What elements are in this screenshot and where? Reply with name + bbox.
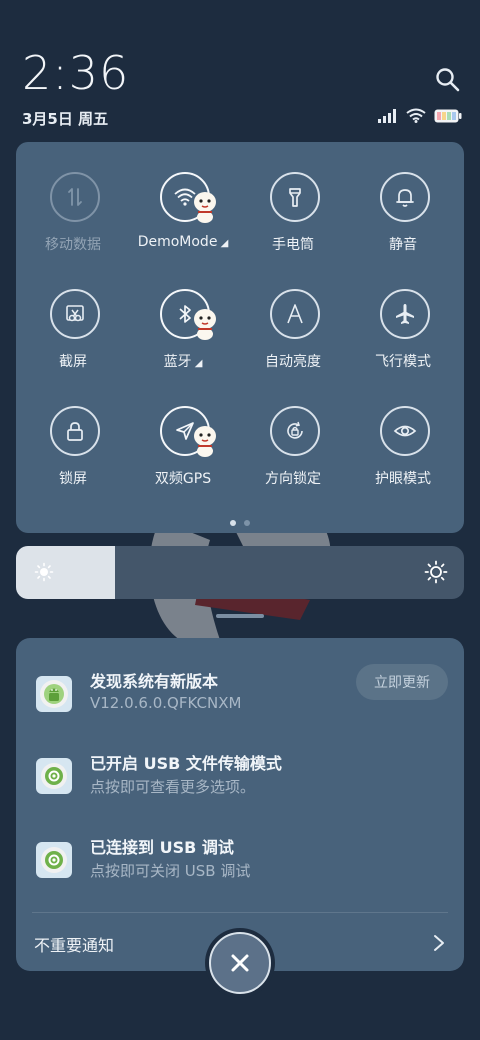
tile-label: 移动数据 (45, 237, 101, 253)
brightness-low-icon (34, 562, 54, 582)
android-settings-icon (36, 842, 72, 878)
drag-handle[interactable] (216, 614, 264, 618)
bell-icon (380, 172, 430, 222)
chevron-right-icon[interactable] (432, 934, 446, 952)
notification-subtitle: 点按即可关闭 USB 调试 (90, 862, 251, 880)
notifications-panel: 发现系统有新版本 V12.0.6.0.QFKCNXM 立即更新 已开启 USB … (16, 638, 464, 971)
tile-label: 飞行模式 (375, 354, 431, 370)
tile-label: 护眼模式 (375, 471, 431, 487)
mobile-data-icon (50, 172, 100, 222)
status-icons (378, 108, 462, 123)
tile-label: 锁屏 (59, 471, 87, 487)
tile-airplane[interactable]: 飞行模式 (350, 289, 460, 399)
brightness-slider[interactable] (16, 546, 464, 599)
expand-triangle-icon: ◢ (191, 358, 203, 369)
tile-label: 静音 (389, 237, 417, 253)
tile-eye-protection[interactable]: 护眼模式 (350, 406, 460, 516)
search-icon[interactable] (434, 66, 462, 94)
tile-rotation-lock[interactable]: 方向锁定 (240, 406, 350, 516)
tile-label: 自动亮度 (265, 354, 321, 370)
unimportant-notifications-link[interactable]: 不重要通知 (34, 932, 114, 956)
notification-title: 已开启 USB 文件传输模式 (90, 754, 282, 773)
tile-mobile-data[interactable]: 移动数据 (20, 172, 130, 282)
battery-icon (434, 109, 462, 122)
mascot-badge-icon (194, 192, 216, 223)
page-indicator (16, 520, 464, 526)
tile-silent[interactable]: 静音 (350, 172, 460, 282)
flashlight-icon (270, 172, 320, 222)
notification-title: 发现系统有新版本 (90, 672, 219, 691)
clear-all-button[interactable] (209, 932, 271, 994)
notification-subtitle: V12.0.6.0.QFKCNXM (90, 694, 242, 712)
android-settings-icon (36, 758, 72, 794)
tile-auto-brightness[interactable]: 自动亮度 (240, 289, 350, 399)
system-update-icon (36, 676, 72, 712)
mascot-badge-icon (194, 426, 216, 457)
rotation-lock-icon (270, 406, 320, 456)
eye-icon (380, 406, 430, 456)
tile-label: 手电筒 (272, 237, 314, 253)
tile-label: 蓝牙 ◢ (163, 354, 203, 370)
notification-usb-debugging[interactable]: 已连接到 USB 调试 点按即可关闭 USB 调试 (16, 834, 464, 904)
update-now-button[interactable]: 立即更新 (356, 664, 448, 700)
tile-label: DemoMode ◢ (137, 234, 229, 250)
mascot-badge-icon (194, 309, 216, 340)
tile-screenshot[interactable]: 截屏 (20, 289, 130, 399)
tile-wifi[interactable]: DemoMode ◢ (130, 172, 240, 282)
notification-system-update[interactable]: 发现系统有新版本 V12.0.6.0.QFKCNXM 立即更新 (16, 664, 464, 738)
tile-flashlight[interactable]: 手电筒 (240, 172, 350, 282)
lock-icon (50, 406, 100, 456)
brightness-high-icon (424, 560, 448, 584)
wifi-status-icon (406, 108, 426, 123)
auto-brightness-icon (270, 289, 320, 339)
divider (32, 912, 448, 913)
screenshot-icon (50, 289, 100, 339)
quick-settings-panel: 移动数据 DemoMode ◢ 手电筒 静音 截屏 蓝牙 ◢ 自动亮度 飞行模式… (16, 142, 464, 533)
tile-label: 双频GPS (154, 471, 212, 487)
close-icon (231, 954, 249, 972)
tile-label: 方向锁定 (265, 471, 321, 487)
tile-gps[interactable]: 双频GPS (130, 406, 240, 516)
notification-title: 已连接到 USB 调试 (90, 838, 234, 857)
signal-icon (378, 108, 396, 123)
airplane-icon (380, 289, 430, 339)
tile-lock-screen[interactable]: 锁屏 (20, 406, 130, 516)
tile-bluetooth[interactable]: 蓝牙 ◢ (130, 289, 240, 399)
brightness-fill (16, 546, 115, 599)
date-label: 3月5日 周五 (22, 110, 109, 128)
page-dot-active (230, 520, 236, 526)
clock-time: 2:36 (22, 46, 130, 100)
expand-triangle-icon: ◢ (217, 238, 229, 249)
page-dot (244, 520, 250, 526)
tile-label: 截屏 (59, 354, 87, 370)
notification-subtitle: 点按即可查看更多选项。 (90, 778, 256, 796)
notification-usb-transfer[interactable]: 已开启 USB 文件传输模式 点按即可查看更多选项。 (16, 750, 464, 820)
